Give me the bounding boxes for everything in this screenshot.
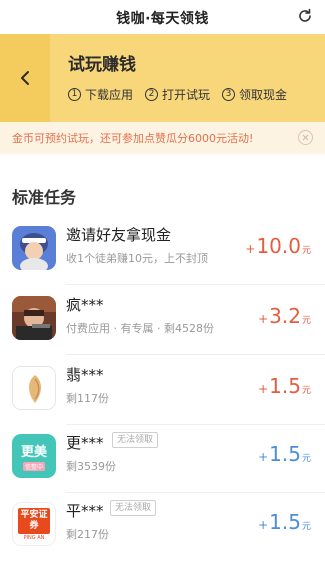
reward-amount: + 10.0 元: [245, 234, 311, 258]
divider: [66, 284, 325, 285]
step-claim: 3 领取现金: [222, 86, 287, 103]
app-icon-text: 更美: [20, 445, 47, 460]
app-icon-game: [12, 296, 56, 340]
page-title: 试玩赚钱: [68, 55, 136, 75]
task-item[interactable]: 翡*** 剩117份 + 1.5 元: [0, 360, 325, 426]
divider: [66, 424, 325, 425]
nav-title: 钱咖·每天领钱: [116, 11, 209, 27]
reward-plus: +: [258, 382, 269, 396]
step-number: 3: [222, 88, 236, 101]
reward-amount: + 1.5 元: [258, 374, 311, 398]
task-subtitle: 付费应用 · 有专属 · 剩4528份: [66, 322, 214, 335]
reward-unit: 元: [301, 454, 311, 464]
reward-value: 3.2: [269, 304, 301, 328]
reward-value: 1.5: [269, 442, 301, 466]
close-icon[interactable]: [298, 130, 313, 145]
header-banner: 试玩赚钱 1 下载应用 2 打开试玩 3 领取现金: [0, 34, 325, 122]
section-title: 标准任务: [12, 188, 77, 207]
step-number: 1: [68, 88, 81, 101]
task-item[interactable]: 邀请好友拿现金 收1个徒弟赚10元，上不封顶 + 10.0 元: [0, 220, 325, 286]
reward-plus: +: [258, 518, 269, 532]
reward-amount: + 3.2 元: [258, 304, 311, 328]
reward-plus: +: [258, 312, 269, 326]
divider: [66, 492, 325, 493]
app-icon-feather: [12, 366, 56, 410]
app-icon-subtext: 信整中: [22, 462, 45, 471]
refresh-icon[interactable]: [297, 8, 313, 24]
task-item[interactable]: 疯*** 付费应用 · 有专属 · 剩4528份 + 3.2 元: [0, 290, 325, 356]
task-name: 平***: [66, 502, 104, 520]
step-label: 打开试玩: [162, 88, 211, 102]
task-name: 邀请好友拿现金: [66, 226, 172, 244]
steps: 1 下载应用 2 打开试玩 3 领取现金: [68, 86, 287, 103]
app-icon-pingan: 平安证券 PING AN: [12, 502, 56, 546]
step-download: 1 下载应用: [68, 86, 133, 103]
reward-unit: 元: [301, 316, 311, 326]
reward-plus: +: [245, 242, 256, 256]
app-icon-gengmei: 更美 信整中: [12, 434, 56, 478]
reward-unit: 元: [301, 522, 311, 532]
reward-plus: +: [258, 450, 269, 464]
reward-unit: 元: [301, 386, 311, 396]
task-subtitle: 剩3539份: [66, 460, 116, 473]
app-icon-invite: [12, 226, 56, 270]
status-badge: 无法领取: [112, 432, 159, 448]
reward-value: 1.5: [269, 510, 301, 534]
task-name: 疯***: [66, 296, 104, 314]
reward-value: 10.0: [256, 234, 301, 258]
divider: [66, 354, 325, 355]
step-label: 领取现金: [239, 88, 288, 102]
nav-bar: 钱咖·每天领钱: [0, 0, 325, 34]
task-subtitle: 收1个徒弟赚10元，上不封顶: [66, 252, 208, 265]
step-number: 2: [145, 88, 159, 101]
back-button[interactable]: [0, 34, 50, 122]
reward-value: 1.5: [269, 374, 301, 398]
reward-unit: 元: [301, 246, 311, 256]
notice-text: 金币可预约试玩，还可参加点赞瓜分6000元活动!: [12, 132, 254, 145]
step-label: 下载应用: [85, 88, 134, 102]
status-badge: 无法领取: [110, 500, 157, 516]
task-item[interactable]: 平安证券 PING AN 平*** 无法领取 剩217份 + 1.5 元: [0, 496, 325, 562]
reward-amount: + 1.5 元: [258, 442, 311, 466]
chevron-left-icon: [21, 71, 29, 85]
task-item[interactable]: 更美 信整中 更*** 无法领取 剩3539份 + 1.5 元: [0, 428, 325, 494]
notice-bar[interactable]: 金币可预约试玩，还可参加点赞瓜分6000元活动!: [0, 122, 325, 154]
task-name: 翡***: [66, 366, 104, 384]
step-open: 2 打开试玩: [145, 86, 210, 103]
task-subtitle: 剩217份: [66, 528, 109, 541]
app-icon-text: 平安证券: [18, 507, 50, 534]
task-subtitle: 剩117份: [66, 392, 109, 405]
app-icon-subtext: PING AN: [23, 534, 45, 541]
reward-amount: + 1.5 元: [258, 510, 311, 534]
task-name: 更***: [66, 434, 104, 452]
